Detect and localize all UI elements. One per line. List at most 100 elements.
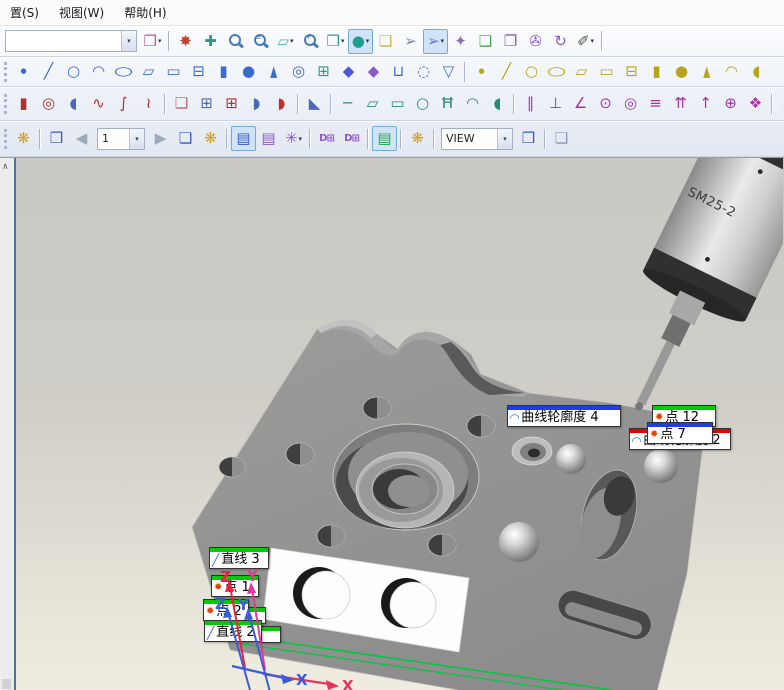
marker-point-7[interactable]: ✹ 点 7	[647, 422, 713, 444]
zoom-in-out[interactable]: ±	[248, 29, 273, 54]
marker-point-1[interactable]: ✹ 点 1	[211, 575, 259, 597]
gdt-composite[interactable]: ❖	[743, 91, 768, 116]
gdt-symmetry[interactable]: ≡	[643, 91, 668, 116]
constructed-point[interactable]: ●	[469, 59, 494, 84]
offset-line[interactable]: ◆	[361, 59, 386, 84]
unknown-surface-scan[interactable]: ◗	[269, 91, 294, 116]
notch-slot[interactable]: ⊔	[386, 59, 411, 84]
menu-view[interactable]: 视图(W)	[49, 0, 114, 25]
constructed-cone[interactable]: ▲	[694, 59, 719, 84]
measured-arc[interactable]: ◠	[86, 59, 111, 84]
scroll-thumb[interactable]	[2, 679, 11, 689]
clear-view-dropdown-icon[interactable]: ▾	[290, 37, 294, 45]
probe-lock-dropdown-icon[interactable]: ▾	[158, 37, 162, 45]
gdt-perpendicularity[interactable]: ⊥	[543, 91, 568, 116]
uv-scan[interactable]: ⊞	[194, 91, 219, 116]
dim-dome[interactable]: ◖	[485, 91, 510, 116]
toolbar-grip[interactable]	[4, 93, 7, 114]
zoom-window[interactable]	[223, 29, 248, 54]
scan-report[interactable]: ❏	[169, 91, 194, 116]
menu-settings-partial[interactable]: 置(S)	[0, 0, 49, 25]
auto-cylinder[interactable]: ▮	[11, 91, 36, 116]
left-panel-strip[interactable]: ∧	[0, 158, 16, 690]
command-window[interactable]: ▤	[231, 126, 256, 151]
save-view[interactable]: ❒	[516, 126, 541, 151]
zoom-to-probe[interactable]: +	[298, 29, 323, 54]
dim-rectangle[interactable]: ▭	[385, 91, 410, 116]
measured-line[interactable]: ╱	[36, 59, 61, 84]
dim-distance[interactable]: ─	[335, 91, 360, 116]
bounding-box[interactable]: ❑	[473, 29, 498, 54]
edge-scan[interactable]: ∿	[86, 91, 111, 116]
measured-torus[interactable]: ◎	[286, 59, 311, 84]
clear-view[interactable]: ▱ ▾	[273, 29, 298, 54]
select-mode-dropdown-icon[interactable]: ▾	[441, 37, 445, 45]
constructed-surface[interactable]: ◖	[744, 59, 769, 84]
page-number-combo-dropdown-icon[interactable]: ▾	[129, 128, 144, 149]
measured-sphere[interactable]: ●	[236, 59, 261, 84]
gdt-true-position[interactable]: ⊕	[718, 91, 743, 116]
measured-point[interactable]: ●	[11, 59, 36, 84]
marker-curve-profile-4[interactable]: ◠ 曲线轮廓度 4	[507, 405, 621, 427]
select-star[interactable]: ✦	[448, 29, 473, 54]
probe-lock[interactable]: ❒ ▾	[140, 29, 165, 54]
gage-ruler[interactable]: ◣	[302, 91, 327, 116]
constructed-rectangle[interactable]: ▭	[594, 59, 619, 84]
shaded-view-dropdown-icon[interactable]: ▾	[366, 37, 370, 45]
dim-arc[interactable]: ◠	[460, 91, 485, 116]
constructed-cylinder[interactable]: ▮	[644, 59, 669, 84]
toolbar-grip[interactable]	[4, 128, 7, 149]
dim-parallelogram[interactable]: ▱	[360, 91, 385, 116]
quick-access-combo-dropdown-icon[interactable]: ▾	[121, 31, 136, 51]
constructed-line[interactable]: ╱	[494, 59, 519, 84]
measured-ellipse[interactable]: ○	[111, 59, 136, 84]
measured-plane[interactable]: ▱	[136, 59, 161, 84]
shaded-view[interactable]: ● ▾	[348, 28, 373, 54]
offset-point[interactable]: ◆	[336, 59, 361, 84]
menu-help[interactable]: 帮助(H)	[114, 0, 176, 25]
gdt-parallelism[interactable]: ∥	[518, 91, 543, 116]
probe-readout[interactable]: ✐ ▾	[573, 29, 598, 54]
next-page[interactable]: ▶	[148, 126, 173, 151]
view-cube-dropdown-icon[interactable]: ▾	[341, 37, 345, 45]
capture-image[interactable]: ✇	[523, 29, 548, 54]
measured-cone[interactable]: ▲	[261, 59, 286, 84]
gdt-angularity[interactable]: ∠	[568, 91, 593, 116]
dro-pointer[interactable]: D⊞	[339, 126, 364, 151]
view-combo-dropdown-icon[interactable]: ▾	[497, 128, 512, 149]
constructed-arc[interactable]: ◠	[719, 59, 744, 84]
scan-polygon[interactable]: ◌	[411, 59, 436, 84]
grid-scan[interactable]: ⊞	[219, 91, 244, 116]
command-pointer[interactable]: ▤	[256, 126, 281, 151]
measured-rectangle[interactable]: ▭	[161, 59, 186, 84]
report-preview[interactable]: ❏	[549, 126, 574, 151]
auto-surface[interactable]: ◖	[61, 91, 86, 116]
view-cube[interactable]: ❒ ▾	[323, 29, 348, 54]
rotate-view[interactable]: ↻	[548, 29, 573, 54]
select-mode[interactable]: ➢ ▾	[423, 28, 448, 54]
window-settings[interactable]: ❋	[198, 126, 223, 151]
v-block[interactable]: ▽	[436, 59, 461, 84]
graphics-viewport[interactable]: SM25-2 ◠曲线轮廓度 4 ✹点 12 ◠曲线轮廓度 2 ✹点 7	[16, 158, 784, 690]
constructed-sphere[interactable]: ●	[669, 59, 694, 84]
gdt-circular-runout[interactable]: ↑	[693, 91, 718, 116]
dim-slot[interactable]: Ħ	[435, 91, 460, 116]
toolbar-grip[interactable]	[4, 61, 7, 82]
dim-circle[interactable]: ○	[410, 91, 435, 116]
measured-slot[interactable]: ⊟	[186, 59, 211, 84]
graphics-settings[interactable]: ❋	[11, 126, 36, 151]
quick-access-combo[interactable]: ▾	[5, 30, 137, 52]
gdt-coaxiality[interactable]: ◎	[618, 91, 643, 116]
view-combo[interactable]: VIEW ▾	[441, 127, 513, 150]
pan-view[interactable]: ✚	[198, 29, 223, 54]
prev-page[interactable]: ◀	[69, 126, 94, 151]
mesh-tools-dropdown-icon[interactable]: ▾	[299, 135, 303, 143]
measured-cylinder[interactable]: ▮	[211, 59, 236, 84]
constructed-slot[interactable]: ⊟	[619, 59, 644, 84]
marker-hidden-fragment[interactable]	[259, 626, 281, 643]
constructed-ellipse[interactable]: ○	[544, 59, 569, 84]
mesh-tools[interactable]: ✳ ▾	[281, 126, 306, 151]
show-hits[interactable]: ✸	[173, 29, 198, 54]
dro-window[interactable]: D⊞	[314, 126, 339, 151]
auto-circle[interactable]: ◎	[36, 91, 61, 116]
